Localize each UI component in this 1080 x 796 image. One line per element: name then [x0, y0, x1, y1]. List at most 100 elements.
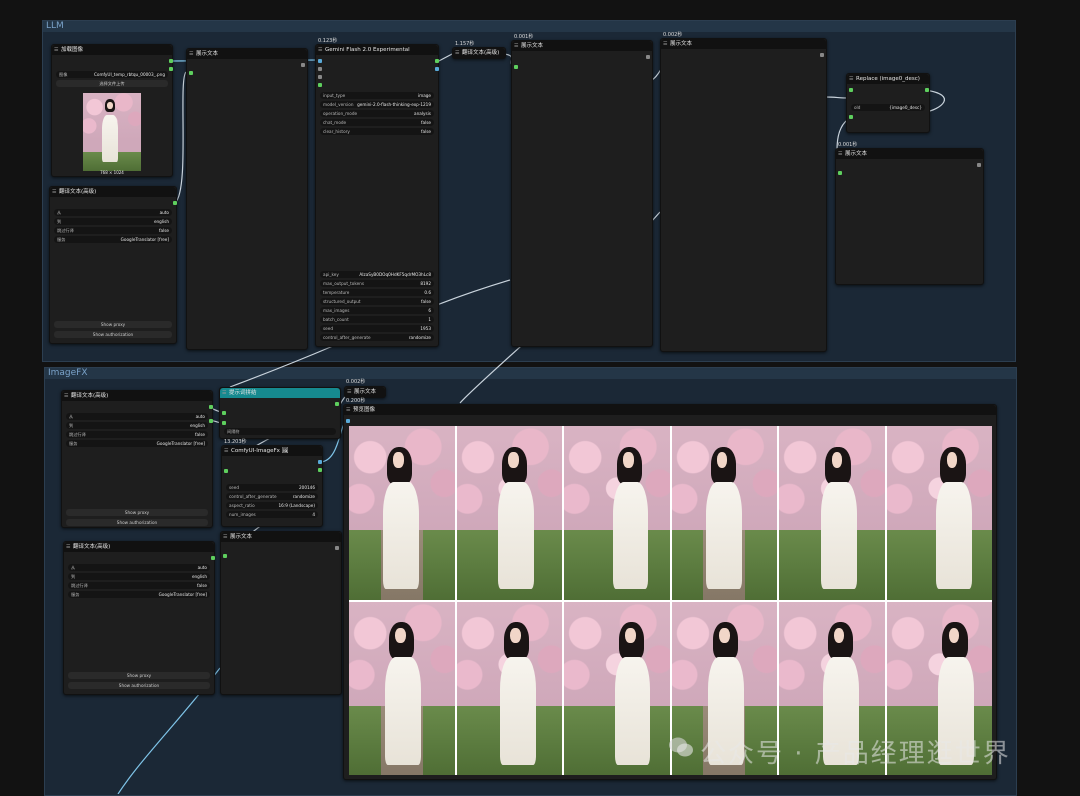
output-port-text[interactable] — [335, 546, 339, 550]
input-port-text[interactable] — [223, 554, 227, 558]
output-port-text[interactable] — [173, 201, 177, 205]
input-port-text[interactable] — [189, 71, 193, 75]
input-port-text[interactable] — [838, 171, 842, 175]
chat-mode-widget[interactable]: chat_mode false — [320, 119, 434, 126]
to-widget[interactable]: 到 english — [54, 218, 172, 225]
generated-image-thumbnail[interactable] — [564, 601, 670, 775]
node-translate-3[interactable]: 翻译文本(高级) 从 auto 到 english 跳过行译 false 服务 Goog… — [63, 541, 215, 695]
node-translate-2[interactable]: 翻译文本(高级) 从 auto 到 english 跳过行译 false 服务 Goog… — [61, 390, 213, 528]
output-port-text[interactable] — [335, 402, 339, 406]
skip-widget[interactable]: 跳过行译 false — [66, 431, 208, 438]
node-translate-mid-title[interactable]: 翻译文本(高级) — [453, 48, 505, 58]
output-port-mask[interactable] — [169, 67, 173, 71]
generated-image-thumbnail[interactable] — [456, 426, 562, 600]
image-select-widget[interactable]: 图像 ComfyUI_temp_rbtqu_00003_.png — [56, 71, 168, 78]
separator-widget[interactable]: 间隔符 — [224, 428, 336, 435]
node-show-text-b-title[interactable]: 展示文本 — [512, 41, 652, 51]
max-images-widget[interactable]: max_images 6 — [320, 307, 434, 314]
node-preview-image[interactable]: 预览图像 — [343, 404, 997, 780]
generated-image-thumbnail[interactable] — [564, 426, 670, 600]
to-widget[interactable]: 到 english — [66, 422, 208, 429]
node-prompt-combiner-title[interactable]: 提示词拼结 — [220, 388, 340, 398]
node-show-text-d[interactable]: 展示文本 — [835, 148, 984, 285]
node-translate-mid[interactable]: 翻译文本(高级) — [452, 47, 506, 59]
output-port-text[interactable] — [301, 63, 305, 67]
node-prompt-combiner[interactable]: 提示词拼结 间隔符 — [219, 387, 341, 439]
node-gemini[interactable]: Gemini Flash 2.0 Experimental input_type… — [315, 44, 439, 347]
service-widget[interactable]: 服务 GoogleTranslator [free] — [66, 440, 208, 447]
service-widget[interactable]: 服务 GoogleTranslator [free] — [68, 591, 210, 598]
node-translate-1-title[interactable]: 翻译文本(高级) — [50, 187, 176, 197]
node-show-text-a[interactable]: 展示文本 — [186, 48, 308, 350]
node-imagefx-title[interactable]: ComfyUI-ImageFx 🖼 — [222, 446, 322, 456]
node-show-text-b[interactable]: 展示文本 — [511, 40, 653, 347]
node-replace[interactable]: Replace (image0_desc) old {image0_desc} — [846, 73, 930, 133]
input-port-images[interactable] — [346, 419, 350, 423]
control-after-generate-widget[interactable]: control_after_generate randomize — [226, 493, 318, 500]
aspect-ratio-widget[interactable]: aspect_ratio 16:9 (Landscape) — [226, 502, 318, 509]
node-preview-image-title[interactable]: 预览图像 — [344, 405, 996, 415]
node-show-text-e[interactable]: 展示文本 — [220, 531, 342, 695]
output-port-text[interactable] — [211, 556, 215, 560]
input-port-text[interactable] — [514, 65, 518, 69]
model-version-widget[interactable]: model_version gemini-2.0-flash-thinking-e… — [320, 101, 434, 108]
node-translate-2-title[interactable]: 翻译文本(高级) — [62, 391, 212, 401]
structured-output-widget[interactable]: structured_output false — [320, 298, 434, 305]
output-port-text[interactable] — [435, 59, 439, 63]
node-show-text-f-title[interactable]: 展示文本 — [345, 387, 385, 397]
input-port-2[interactable] — [318, 67, 322, 71]
seed-widget[interactable]: seed 1953 — [320, 325, 434, 332]
node-load-image[interactable]: 加载图像 图像 ComfyUI_temp_rbtqu_00003_.png 选择… — [51, 44, 173, 177]
generated-image-thumbnail[interactable] — [671, 426, 777, 600]
node-translate-1[interactable]: 翻译文本(高级) 从 auto 到 english 跳过行译 false 服务 Goog… — [49, 186, 177, 344]
generated-image-thumbnail[interactable] — [456, 601, 562, 775]
node-imagefx[interactable]: ComfyUI-ImageFx 🖼 seed 200146 control_aft… — [221, 445, 323, 527]
output-port-text[interactable] — [646, 55, 650, 59]
node-replace-title[interactable]: Replace (image0_desc) — [847, 74, 929, 84]
show-proxy-button[interactable]: Show proxy — [66, 509, 208, 516]
node-show-text-d-title[interactable]: 展示文本 — [836, 149, 983, 159]
input-port-text[interactable] — [318, 83, 322, 87]
input-port-image[interactable] — [318, 59, 322, 63]
show-proxy-button[interactable]: Show proxy — [54, 321, 172, 328]
old-widget[interactable]: old {image0_desc} — [851, 104, 925, 111]
group-llm-title[interactable]: LLM — [43, 21, 1015, 32]
service-widget[interactable]: 服务 GoogleTranslator [free] — [54, 236, 172, 243]
input-type-widget[interactable]: input_type image — [320, 92, 434, 99]
input-port-2[interactable] — [849, 115, 853, 119]
generated-image-thumbnail[interactable] — [779, 426, 885, 600]
node-show-text-c-title[interactable]: 展示文本 — [661, 39, 826, 49]
group-imagefx-title[interactable]: ImageFX — [45, 368, 1016, 379]
show-authorization-button[interactable]: Show authorization — [54, 331, 172, 338]
max-output-tokens-widget[interactable]: max_output_tokens 8192 — [320, 280, 434, 287]
clear-history-widget[interactable]: clear_history false — [320, 128, 434, 135]
output-port-text[interactable] — [318, 468, 322, 472]
output-port-text-1[interactable] — [209, 405, 213, 409]
node-show-text-c[interactable]: 展示文本 — [660, 38, 827, 352]
input-port-3[interactable] — [318, 75, 322, 79]
to-widget[interactable]: 到 english — [68, 573, 210, 580]
output-port-text-2[interactable] — [209, 419, 213, 423]
input-port-prompt[interactable] — [224, 469, 228, 473]
control-after-generate-widget[interactable]: control_after_generate randomize — [320, 334, 434, 341]
node-show-text-e-title[interactable]: 展示文本 — [221, 532, 341, 542]
api-key-widget[interactable]: api_key AIzaSyB0DOq0HdKF5qdrMO3hLc8 — [320, 271, 434, 278]
node-gemini-title[interactable]: Gemini Flash 2.0 Experimental — [316, 45, 438, 55]
upload-button[interactable]: 选择文件上传 — [56, 80, 168, 87]
batch-count-widget[interactable]: batch_count 1 — [320, 316, 434, 323]
temperature-widget[interactable]: temperature 0.6 — [320, 289, 434, 296]
output-port-images[interactable] — [318, 460, 322, 464]
from-widget[interactable]: 从 auto — [66, 413, 208, 420]
node-load-image-title[interactable]: 加载图像 — [52, 45, 172, 55]
seed-widget[interactable]: seed 200146 — [226, 484, 318, 491]
show-proxy-button[interactable]: Show proxy — [68, 672, 210, 679]
output-port-image[interactable] — [435, 67, 439, 71]
output-port-text[interactable] — [820, 53, 824, 57]
input-port-1[interactable] — [222, 411, 226, 415]
output-port-text[interactable] — [977, 163, 981, 167]
show-authorization-button[interactable]: Show authorization — [66, 519, 208, 526]
num-images-widget[interactable]: num_images 4 — [226, 511, 318, 518]
generated-image-thumbnail[interactable] — [886, 426, 992, 600]
show-authorization-button[interactable]: Show authorization — [68, 682, 210, 689]
node-show-text-a-title[interactable]: 展示文本 — [187, 49, 307, 59]
